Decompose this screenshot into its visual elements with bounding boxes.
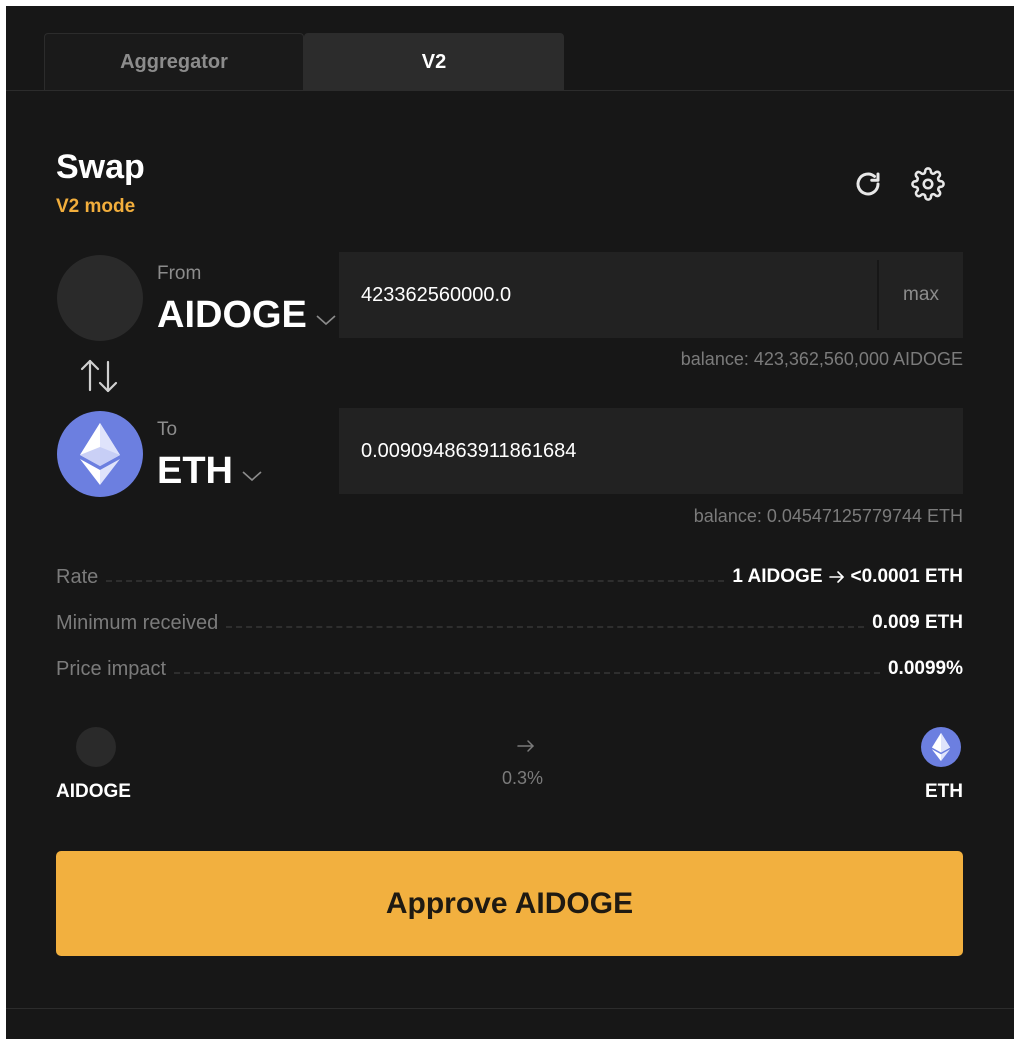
max-button[interactable]: max [879, 252, 963, 338]
chevron-down-icon [316, 314, 336, 325]
rate-to: <0.0001 ETH [850, 566, 964, 587]
from-token-name: AIDOGE [157, 294, 307, 336]
swap-arrows-icon [80, 359, 118, 393]
from-amount-box: max [339, 252, 963, 338]
divider [6, 1008, 1014, 1009]
to-label: To [157, 419, 178, 440]
dashed-leader [226, 626, 865, 628]
to-amount-box [339, 408, 963, 494]
approve-button[interactable]: Approve AIDOGE [56, 851, 963, 956]
tab-aggregator[interactable]: Aggregator [44, 33, 304, 90]
ethereum-icon [80, 423, 120, 485]
dashed-leader [174, 672, 880, 674]
rate-from: 1 AIDOGE [732, 566, 823, 587]
dashed-leader [106, 580, 725, 582]
swap-direction-button[interactable] [76, 356, 122, 401]
minimum-received-value: 0.009 ETH [872, 612, 963, 633]
rate-row: Rate 1 AIDOGE <0.0001 ETH [56, 563, 963, 591]
page-title: Swap [56, 148, 145, 186]
price-impact-row: Price impact 0.0099% [56, 655, 963, 683]
route-from-name: AIDOGE [56, 781, 131, 802]
tab-bar: Aggregator V2 [44, 33, 564, 90]
minimum-received-label: Minimum received [56, 611, 219, 634]
chevron-down-icon [242, 470, 262, 481]
from-label: From [157, 263, 202, 284]
to-token-select[interactable]: ETH [157, 450, 263, 493]
from-amount-input[interactable] [361, 252, 861, 338]
minimum-received-row: Minimum received 0.009 ETH [56, 609, 963, 637]
from-token-select[interactable]: AIDOGE [157, 294, 337, 337]
route-to-name: ETH [925, 781, 963, 802]
gear-icon [911, 167, 945, 201]
refresh-icon [856, 172, 880, 196]
rate-value: 1 AIDOGE <0.0001 ETH [732, 566, 963, 588]
rate-label: Rate [56, 565, 99, 588]
route-from-avatar [76, 727, 116, 767]
tab-divider [6, 90, 1014, 91]
price-impact-label: Price impact [56, 657, 167, 680]
to-token-avatar [57, 411, 143, 497]
to-token-name: ETH [157, 450, 233, 492]
ethereum-icon [931, 732, 951, 762]
swap-panel: Aggregator V2 Swap V2 mode From AIDOGE m… [6, 6, 1014, 1039]
from-token-avatar [57, 255, 143, 341]
from-balance: balance: 423,362,560,000 AIDOGE [680, 349, 963, 369]
route-fee: 0.3% [502, 768, 544, 788]
to-balance: balance: 0.04547125779744 ETH [693, 506, 963, 526]
arrow-right-icon [517, 740, 534, 752]
route-to-avatar [921, 727, 961, 767]
price-impact-value: 0.0099% [887, 658, 963, 679]
mode-label: V2 mode [56, 196, 136, 217]
to-amount-input[interactable] [361, 408, 861, 494]
refresh-button[interactable] [848, 164, 888, 204]
tab-v2[interactable]: V2 [304, 33, 564, 90]
arrow-right-icon [828, 571, 844, 583]
settings-button[interactable] [908, 164, 948, 204]
